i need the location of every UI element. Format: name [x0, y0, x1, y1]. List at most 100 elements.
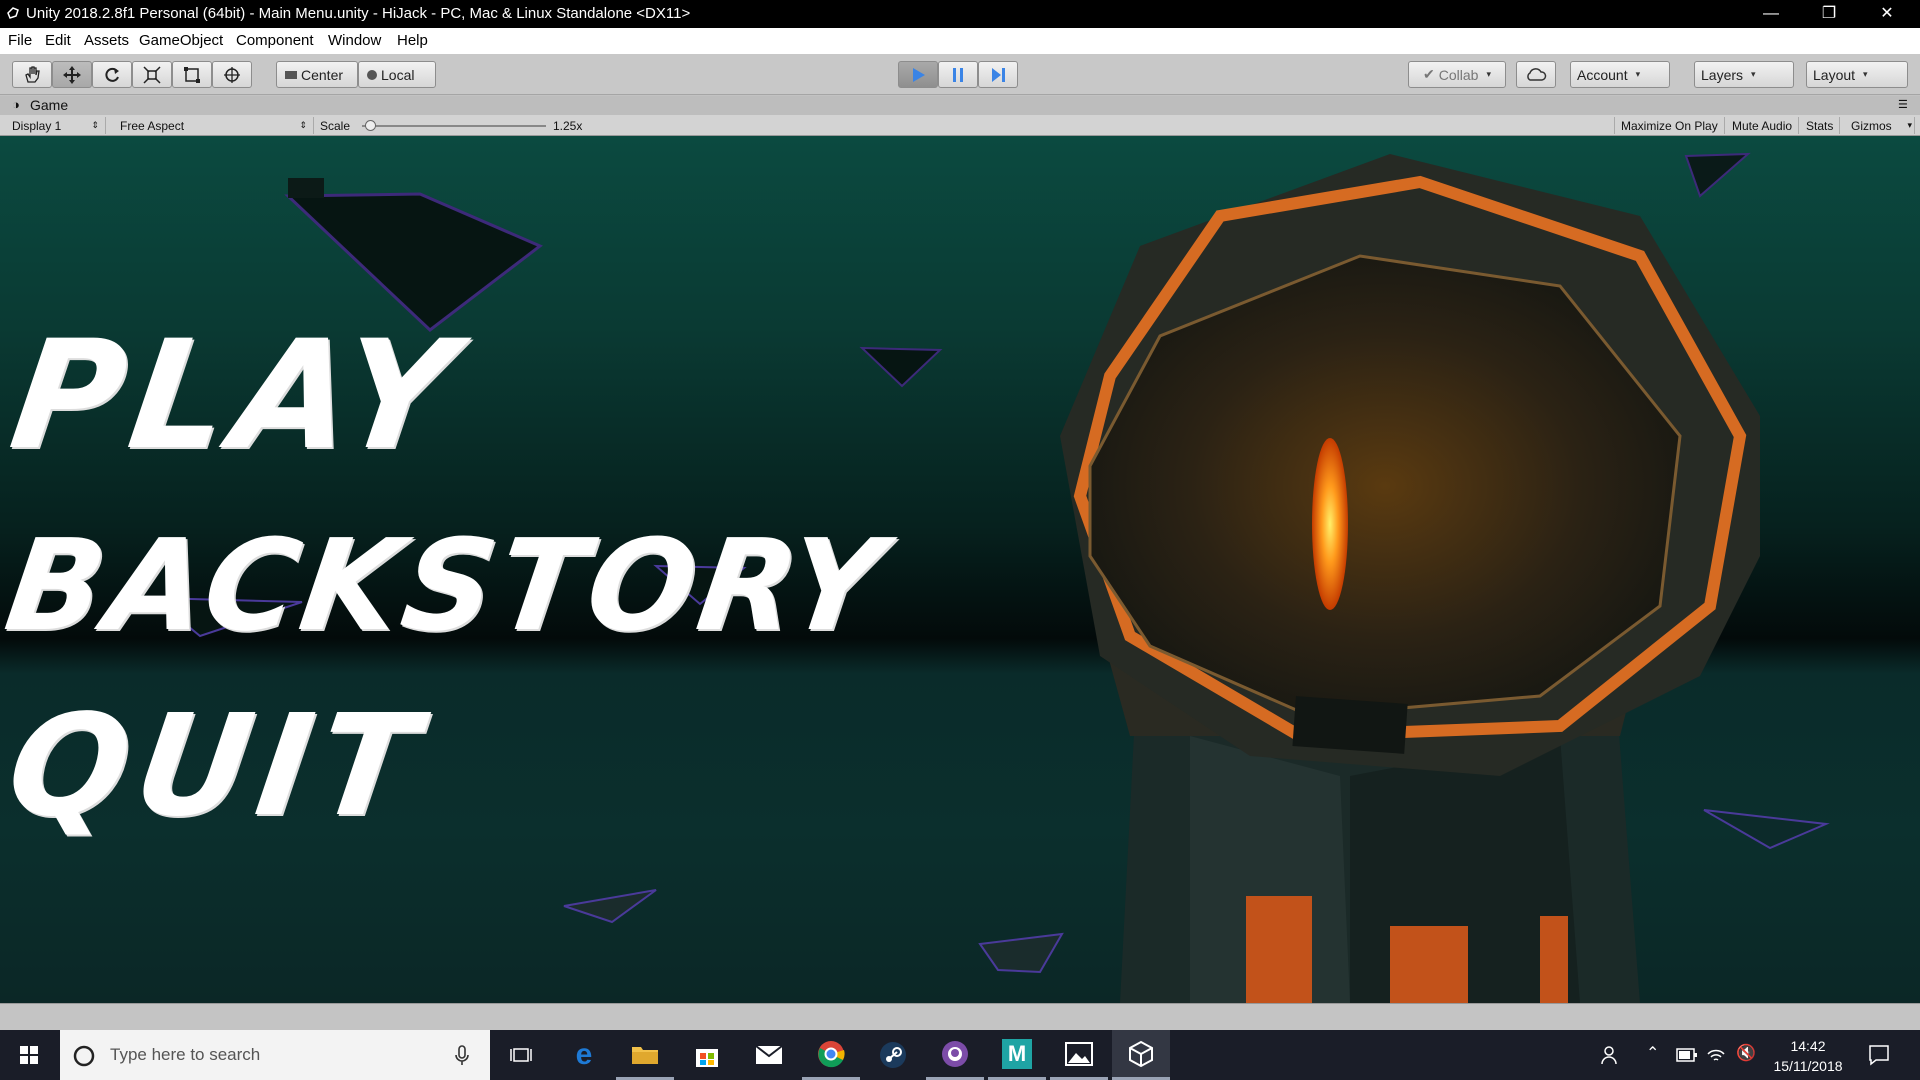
game-tab-header: ◑ Game ☰: [0, 96, 1920, 115]
move-tool-button[interactable]: [52, 61, 92, 88]
store-taskbar-button[interactable]: [678, 1030, 736, 1080]
close-button[interactable]: ✕: [1858, 0, 1916, 28]
menu-edit[interactable]: Edit: [45, 32, 71, 49]
step-icon: [992, 67, 1005, 82]
show-hidden-icons-chevron-icon[interactable]: ⌃: [1646, 1043, 1659, 1063]
stats-label: Stats: [1806, 119, 1834, 133]
game-tab-title[interactable]: Game: [30, 97, 68, 113]
portal-ring: [1060, 154, 1760, 776]
play-button[interactable]: [898, 61, 938, 88]
cloud-icon: [1527, 67, 1547, 81]
github-taskbar-button[interactable]: [926, 1030, 984, 1080]
layers-label: Layers: [1701, 66, 1744, 83]
updown-icon: ⇕: [299, 120, 307, 130]
file-explorer-taskbar-button[interactable]: [616, 1030, 674, 1080]
unity-logo-icon: [7, 7, 19, 19]
unity-taskbar-button[interactable]: [1112, 1030, 1170, 1080]
scale-slider-thumb[interactable]: [365, 120, 377, 131]
taskbar-search-box[interactable]: Type here to search: [60, 1030, 490, 1080]
minimize-button[interactable]: —: [1742, 0, 1800, 28]
menu-bar: File Edit Assets GameObject Component Wi…: [0, 28, 1920, 54]
menu-help[interactable]: Help: [397, 32, 428, 49]
wifi-icon[interactable]: [1706, 1046, 1726, 1064]
mail-taskbar-button[interactable]: [740, 1030, 798, 1080]
scale-slider-track[interactable]: [362, 120, 546, 131]
scale-tool-button[interactable]: [132, 61, 172, 88]
folder-icon: [632, 1046, 658, 1064]
dropdown-arrow-icon: ▾: [1907, 120, 1912, 130]
windows-taskbar: Type here to search e M ⌃ 🔇 14:42 15/11/…: [0, 1030, 1920, 1080]
mute-audio-toggle[interactable]: Mute Audio: [1726, 117, 1800, 134]
battery-icon[interactable]: [1676, 1048, 1698, 1062]
quit-menu-option[interactable]: QUIT: [0, 685, 434, 848]
collab-dropdown[interactable]: ✔ Collab: [1408, 61, 1506, 88]
account-dropdown[interactable]: Account: [1570, 61, 1670, 88]
edge-taskbar-button[interactable]: e: [555, 1030, 613, 1080]
rect-icon: [184, 66, 200, 83]
cortana-icon: [73, 1045, 95, 1067]
search-placeholder: Type here to search: [110, 1045, 261, 1064]
store-icon: [696, 1049, 718, 1067]
people-icon[interactable]: [1600, 1044, 1622, 1066]
menu-assets[interactable]: Assets: [84, 32, 129, 49]
tab-menu-icon[interactable]: ☰: [1898, 98, 1908, 111]
window-title-bar: Unity 2018.2.8f1 Personal (64bit) - Main…: [0, 0, 1920, 28]
floating-island-right: [1703, 809, 1830, 850]
layout-dropdown[interactable]: Layout: [1806, 61, 1908, 88]
move-icon: [63, 65, 81, 84]
maximize-on-play-label: Maximize On Play: [1621, 119, 1718, 133]
task-view-icon: [510, 1048, 532, 1062]
game-view[interactable]: PLAY BACKSTORY QUIT: [0, 136, 1920, 1003]
maximize-on-play-toggle[interactable]: Maximize On Play: [1614, 117, 1725, 134]
floating-island-topright: [1684, 152, 1751, 198]
start-button[interactable]: [0, 1030, 58, 1080]
steam-taskbar-button[interactable]: [864, 1030, 922, 1080]
aspect-dropdown[interactable]: Free Aspect ⇕: [114, 117, 314, 134]
steam-icon: [880, 1042, 906, 1068]
stats-toggle[interactable]: Stats: [1800, 117, 1841, 134]
action-center-icon[interactable]: [1868, 1044, 1890, 1066]
editor-status-bar: [0, 1003, 1920, 1030]
clock-time: 14:42: [1790, 1038, 1826, 1054]
windows-logo-icon: [20, 1046, 38, 1064]
scale-icon: [143, 65, 161, 84]
chrome-taskbar-button[interactable]: [802, 1030, 860, 1080]
menu-window[interactable]: Window: [328, 32, 381, 49]
menu-component[interactable]: Component: [236, 32, 314, 49]
layers-dropdown[interactable]: Layers: [1694, 61, 1794, 88]
check-icon: ✔: [1423, 66, 1435, 82]
step-button[interactable]: [978, 61, 1018, 88]
github-icon: [942, 1040, 968, 1067]
task-view-button[interactable]: [492, 1030, 550, 1080]
pivot-local-toggle[interactable]: Local: [358, 61, 436, 88]
cloud-button[interactable]: [1516, 61, 1556, 88]
rotate-icon: [105, 67, 119, 82]
floating-island-bottom: [563, 889, 657, 924]
rotate-tool-button[interactable]: [92, 61, 132, 88]
pause-button[interactable]: [938, 61, 978, 88]
photos-taskbar-button[interactable]: [1050, 1030, 1108, 1080]
layout-label: Layout: [1813, 66, 1856, 83]
pivot-center-toggle[interactable]: Center: [276, 61, 358, 88]
volume-muted-icon[interactable]: 🔇: [1736, 1043, 1756, 1063]
scale-value: 1.25x: [553, 119, 583, 133]
restore-button[interactable]: ❐: [1800, 0, 1858, 28]
gizmos-dropdown[interactable]: Gizmos ▾: [1845, 117, 1915, 134]
menu-gameobject[interactable]: GameObject: [139, 32, 223, 49]
maya-taskbar-button[interactable]: M: [988, 1030, 1046, 1080]
menu-file[interactable]: File: [8, 32, 32, 49]
backstory-menu-option[interactable]: BACKSTORY: [0, 512, 895, 659]
clock-date: 15/11/2018: [1773, 1058, 1843, 1074]
window-title: Unity 2018.2.8f1 Personal (64bit) - Main…: [26, 5, 691, 22]
display-dropdown[interactable]: Display 1 ⇕: [6, 117, 106, 134]
maya-icon: M: [1002, 1038, 1032, 1069]
play-menu-option[interactable]: PLAY: [2, 309, 471, 483]
taskbar-clock[interactable]: 14:42 15/11/2018: [1760, 1036, 1856, 1076]
rect-tool-button[interactable]: [172, 61, 212, 88]
transform-tool-button[interactable]: [212, 61, 252, 88]
pivot-local-label: Local: [381, 66, 415, 83]
main-toolbar: Center Local ✔ Collab Account Layers Lay…: [0, 54, 1920, 95]
microphone-icon[interactable]: [454, 1044, 470, 1068]
hand-tool-button[interactable]: [12, 61, 52, 88]
edge-icon: e: [575, 1038, 593, 1071]
